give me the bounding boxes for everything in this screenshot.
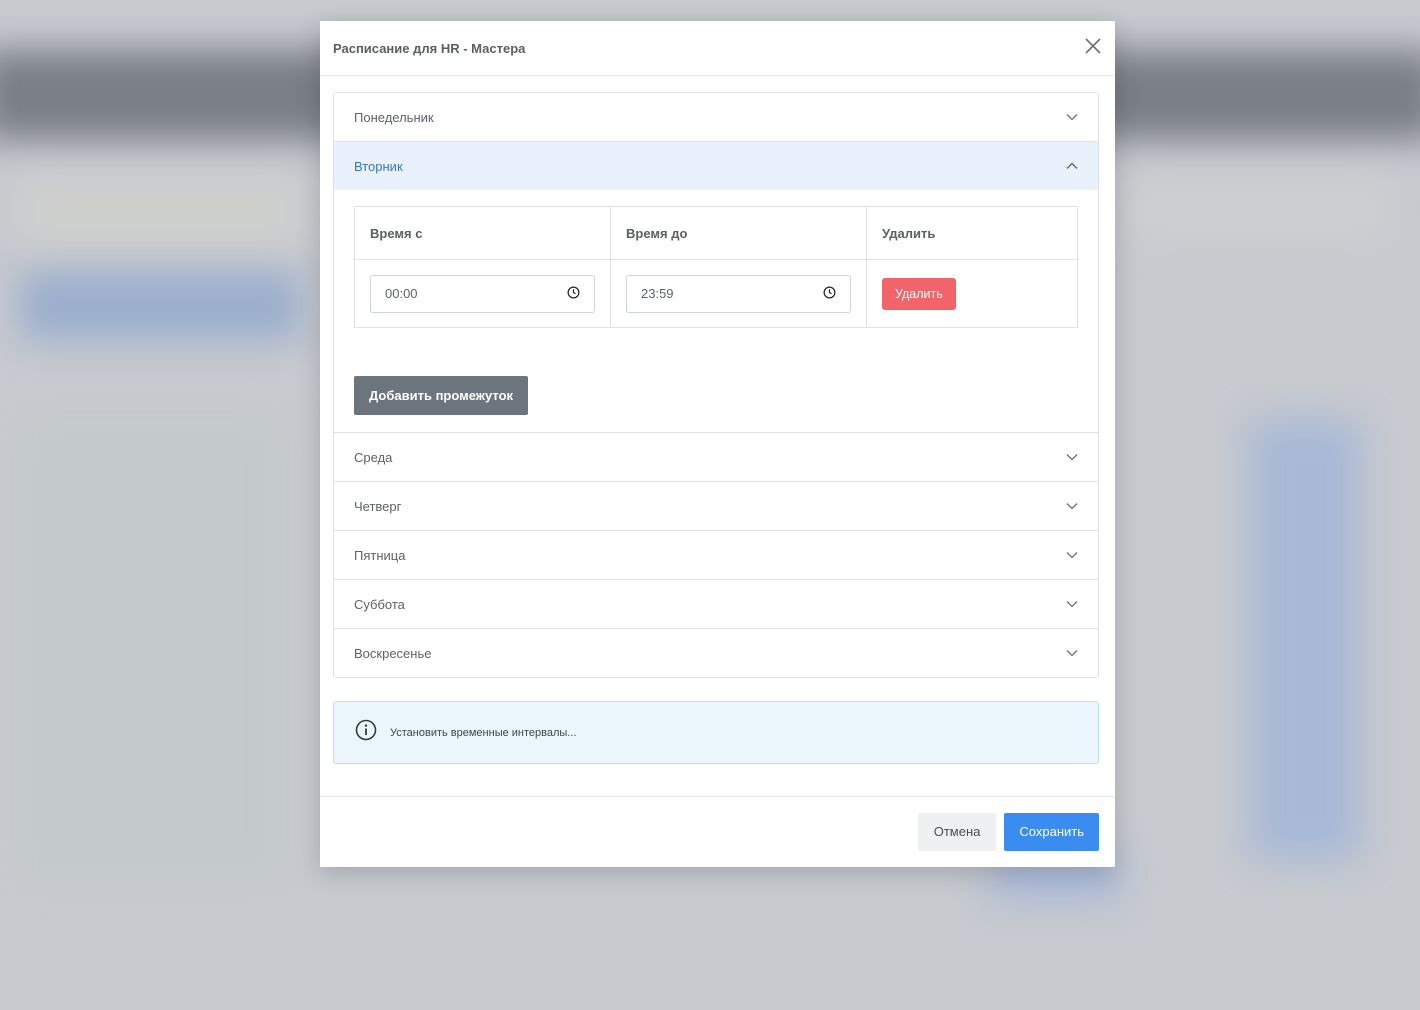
- info-alert: Установить временные интервалы...: [333, 701, 1099, 764]
- modal-footer: Отмена Сохранить: [320, 796, 1115, 867]
- close-button[interactable]: [1082, 37, 1104, 59]
- accordion-item-saturday: Суббота: [334, 580, 1098, 629]
- cell-from: 00:00: [354, 259, 611, 328]
- accordion-item-tuesday: Вторник Время с Время до Удалить 00:00 2…: [334, 142, 1098, 433]
- accordion-item-thursday: Четверг: [334, 482, 1098, 531]
- accordion-body-tuesday: Время с Время до Удалить 00:00 23:59 Уда…: [334, 190, 1098, 432]
- close-icon: [1085, 37, 1101, 59]
- days-accordion: Понедельник Вторник Время с Время до Уда…: [333, 92, 1099, 678]
- chevron-down-icon: [1066, 451, 1078, 463]
- day-label: Четверг: [354, 498, 402, 514]
- accordion-item-sunday: Воскресенье: [334, 629, 1098, 677]
- info-icon: [355, 719, 377, 746]
- schedule-modal: Расписание для HR - Мастера Понедельник …: [320, 21, 1115, 867]
- save-button[interactable]: Сохранить: [1004, 813, 1099, 851]
- time-to-input[interactable]: 23:59: [626, 274, 851, 313]
- day-label: Суббота: [354, 596, 405, 612]
- clock-icon[interactable]: [823, 286, 836, 302]
- day-label: Вторник: [354, 158, 403, 174]
- accordion-header-wednesday[interactable]: Среда: [334, 433, 1098, 481]
- day-label: Пятница: [354, 547, 406, 563]
- chevron-down-icon: [1066, 549, 1078, 561]
- add-interval-button[interactable]: Добавить промежуток: [354, 376, 529, 415]
- table-header-row: Время с Время до Удалить: [354, 206, 1078, 260]
- accordion-item-wednesday: Среда: [334, 433, 1098, 482]
- time-from-value: 00:00: [385, 286, 418, 301]
- modal-title: Расписание для HR - Мастера: [333, 40, 526, 56]
- cancel-button[interactable]: Отмена: [917, 813, 997, 851]
- accordion-header-thursday[interactable]: Четверг: [334, 482, 1098, 530]
- chevron-down-icon: [1066, 500, 1078, 512]
- accordion-header-saturday[interactable]: Суббота: [334, 580, 1098, 628]
- time-from-input[interactable]: 00:00: [370, 274, 595, 313]
- chevron-down-icon: [1066, 647, 1078, 659]
- column-header-from: Время с: [354, 206, 611, 260]
- time-to-value: 23:59: [641, 286, 674, 301]
- accordion-item-friday: Пятница: [334, 531, 1098, 580]
- chevron-up-icon: [1066, 160, 1078, 172]
- table-row: 00:00 23:59 Удалить: [354, 259, 1078, 328]
- modal-header: Расписание для HR - Мастера: [320, 21, 1115, 76]
- accordion-header-monday[interactable]: Понедельник: [334, 93, 1098, 141]
- accordion-item-monday: Понедельник: [334, 93, 1098, 142]
- cell-to: 23:59: [610, 259, 867, 328]
- day-label: Понедельник: [354, 109, 434, 125]
- day-label: Воскресенье: [354, 645, 432, 661]
- accordion-header-tuesday[interactable]: Вторник: [334, 142, 1098, 190]
- info-text: Установить временные интервалы...: [390, 726, 577, 739]
- chevron-down-icon: [1066, 111, 1078, 123]
- day-label: Среда: [354, 449, 393, 465]
- intervals-table: Время с Время до Удалить 00:00 23:59 Уда…: [354, 206, 1078, 328]
- clock-icon[interactable]: [567, 286, 580, 302]
- chevron-down-icon: [1066, 598, 1078, 610]
- cell-delete: Удалить: [866, 259, 1078, 328]
- column-header-to: Время до: [610, 206, 867, 260]
- accordion-header-friday[interactable]: Пятница: [334, 531, 1098, 579]
- column-header-delete: Удалить: [866, 206, 1078, 260]
- accordion-header-sunday[interactable]: Воскресенье: [334, 629, 1098, 677]
- delete-interval-button[interactable]: Удалить: [882, 277, 956, 310]
